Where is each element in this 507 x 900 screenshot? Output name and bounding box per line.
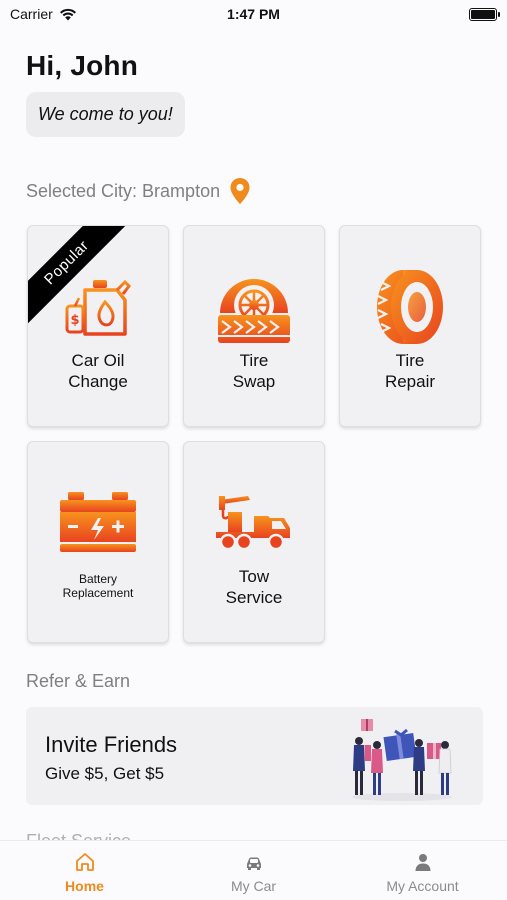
tab-my-account-label: My Account — [386, 878, 459, 894]
friends-gifts-illustration — [352, 719, 452, 801]
status-bar: Carrier 1:47 PM — [0, 0, 507, 30]
selected-city-label: Selected City: Brampton — [26, 180, 221, 201]
service-card-oil-change[interactable]: $ Popular Car Oil Change — [27, 225, 169, 427]
home-icon — [75, 853, 94, 871]
tow-truck-icon — [184, 482, 324, 564]
service-card-battery[interactable]: Battery Replacement — [27, 441, 169, 643]
tire-swap-icon — [184, 266, 324, 348]
tab-home-label: Home — [65, 878, 104, 894]
tab-home[interactable]: Home — [0, 841, 169, 900]
service-label: Tire Swap — [232, 351, 276, 391]
service-label: Car Oil Change — [68, 351, 128, 391]
service-card-tire-repair[interactable]: Tire Repair — [339, 225, 481, 427]
service-card-tow[interactable]: Tow Service — [183, 441, 325, 643]
svg-text:$: $ — [70, 313, 79, 328]
status-time: 1:47 PM — [227, 6, 280, 22]
battery-icon — [28, 482, 168, 564]
service-label: Battery Replacement — [62, 572, 134, 600]
invite-friends-card[interactable]: Invite Friends Give $5, Get $5 — [26, 707, 483, 805]
service-label: Tow Service — [225, 567, 283, 607]
fleet-section-title: Fleet Service — [26, 828, 486, 840]
greeting-title: Hi, John — [26, 50, 139, 81]
service-card-tire-swap[interactable]: Tire Swap — [183, 225, 325, 427]
tab-my-car[interactable]: My Car — [169, 841, 338, 900]
tire-icon — [340, 266, 480, 348]
tab-my-account[interactable]: My Account — [338, 841, 507, 900]
car-icon — [246, 857, 261, 870]
invite-friends-title: Invite Friends — [45, 732, 178, 757]
selected-city[interactable]: Selected City: Brampton — [26, 178, 250, 204]
tagline-badge: We come to you! — [26, 92, 185, 137]
refer-section-title: Refer & Earn — [26, 671, 131, 691]
location-pin-icon[interactable] — [230, 178, 250, 204]
service-label: Tire Repair — [384, 351, 436, 391]
tab-bar: Home My Car My Account — [0, 840, 507, 900]
tab-my-car-label: My Car — [230, 878, 277, 894]
battery-icon — [469, 8, 500, 21]
person-icon — [415, 854, 430, 871]
invite-friends-subtitle: Give $5, Get $5 — [45, 764, 165, 783]
